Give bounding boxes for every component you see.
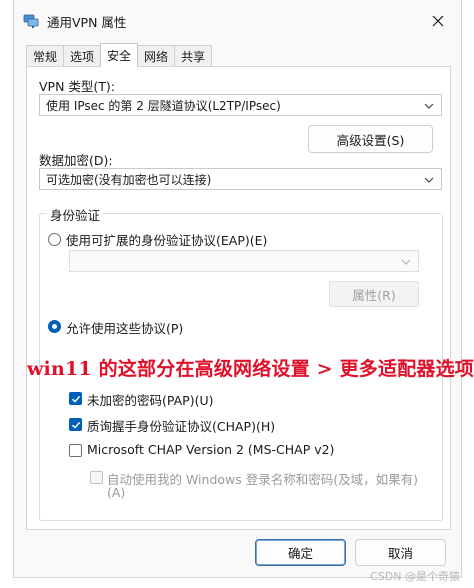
encryption-value: 可选加密(没有加密也可以连接) [46,172,212,187]
chevron-down-icon [401,259,411,265]
chevron-down-icon [424,103,434,109]
vpn-type-dropdown[interactable]: 使用 IPsec 的第 2 层隧道协议(L2TP/IPsec) [39,94,442,116]
annotation-overlay-text: win11 的这部分在高级网络设置 > 更多适配器选项 [27,358,474,380]
close-button[interactable] [423,7,453,35]
tab-general[interactable]: 常规 [26,45,65,67]
allow-protocols-label[interactable]: 允许使用这些协议(P) [66,318,183,337]
auto-login-accelerator: (A) [107,485,126,500]
cancel-button[interactable]: 取消 [355,539,446,566]
eap-method-dropdown[interactable] [69,250,419,272]
auto-login-label: 自动使用我的 Windows 登录名称和密码(及域，如果有) [107,472,418,487]
eap-radio[interactable] [48,233,61,246]
auto-login-checkbox[interactable] [90,471,103,484]
window-title: 通用VPN 属性 [47,15,127,30]
tab-networking[interactable]: 网络 [137,45,176,67]
authentication-group-title: 身份验证 [47,205,104,224]
advanced-settings-button[interactable]: 高级设置(S) [308,125,433,153]
tab-options[interactable]: 选项 [63,45,102,67]
encryption-label: 数据加密(D): [39,153,113,168]
allow-protocols-radio[interactable] [48,320,61,333]
title-bar[interactable]: 通用VPN 属性 [14,0,461,42]
vpn-type-value: 使用 IPsec 的第 2 层隧道协议(L2TP/IPsec) [46,98,281,113]
chap-label[interactable]: 质询握手身份验证协议(CHAP)(H) [87,416,275,435]
close-icon [432,15,444,27]
network-connection-icon [23,13,39,29]
encryption-dropdown[interactable]: 可选加密(没有加密也可以连接) [39,168,442,190]
chap-checkbox[interactable] [69,418,82,431]
checkmark-icon [71,421,80,429]
vpn-properties-window: 通用VPN 属性 常规 选项 安全 网络 共享 VPN 类型(T): 使用 IP… [13,0,462,578]
checkmark-icon [71,395,80,403]
vpn-type-label: VPN 类型(T): [39,79,116,94]
tab-security[interactable]: 安全 [100,43,139,67]
chevron-down-icon [424,177,434,183]
security-tab-panel: VPN 类型(T): 使用 IPsec 的第 2 层隧道协议(L2TP/IPse… [26,66,451,530]
eap-radio-label[interactable]: 使用可扩展的身份验证协议(EAP)(E) [66,230,267,249]
pap-label[interactable]: 未加密的密码(PAP)(U) [87,390,213,409]
ok-button[interactable]: 确定 [255,539,346,566]
csdn-watermark: CSDN @是个奇猿 [370,570,460,583]
tab-strip: 常规 选项 安全 网络 共享 [26,43,213,67]
mschap-label[interactable]: Microsoft CHAP Version 2 (MS-CHAP v2) [87,442,334,457]
mschap-checkbox[interactable] [69,444,82,457]
pap-checkbox[interactable] [69,392,82,405]
eap-properties-button[interactable]: 属性(R) [329,281,419,307]
tab-sharing[interactable]: 共享 [174,45,213,67]
